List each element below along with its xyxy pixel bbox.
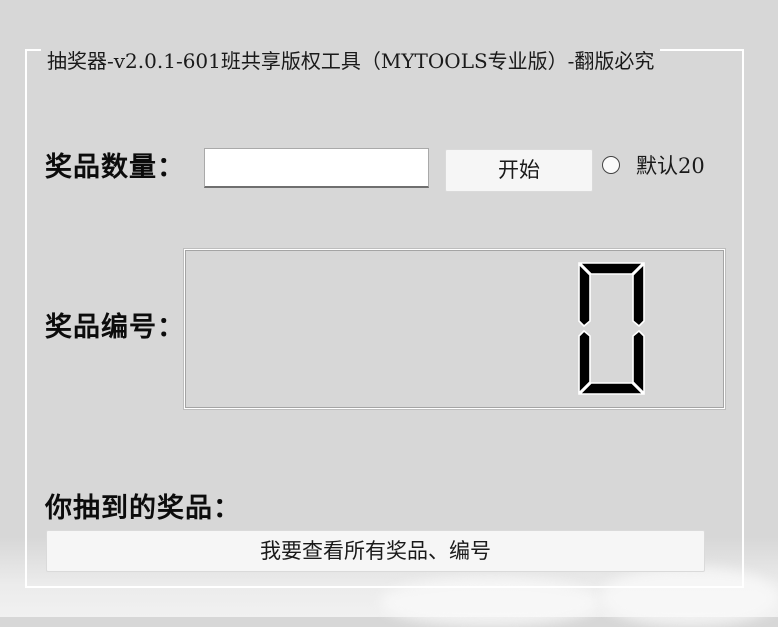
radio-button[interactable] [602,156,620,174]
groupbox-title: 抽奖器-v2.0.1-601班共享版权工具（MYTOOLS专业版）-翻版必究 [41,46,661,76]
lcd-digit-display [578,262,645,395]
default-20-option[interactable]: 默认20 [602,151,705,179]
start-button[interactable]: 开始 [445,149,593,192]
view-all-prizes-button[interactable]: 我要查看所有奖品、编号 [46,530,705,572]
lcd-segment-top [578,262,645,275]
result-label: 你抽到的奖品： [45,493,241,524]
lcd-segment-lower-left [578,329,591,395]
lcd-segment-upper-left [578,262,591,328]
lcd-segment-bottom [578,382,645,395]
lcd-segment-lower-right [632,329,645,395]
lcd-segment-upper-right [632,262,645,328]
quantity-label: 奖品数量： [45,152,185,183]
quantity-input[interactable] [204,148,429,188]
number-label: 奖品编号： [45,312,185,343]
default-20-label: 默认20 [636,154,705,178]
